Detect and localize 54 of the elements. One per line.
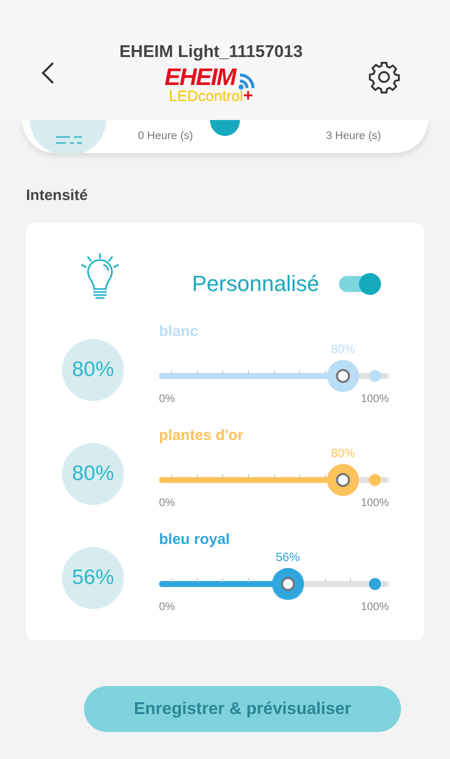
plus-logo-text: +	[243, 86, 254, 105]
value-text: 56%	[72, 566, 114, 590]
start-time-label: 0 Heure (s)	[138, 130, 194, 142]
channel-name: plantes d'or	[159, 427, 244, 444]
tick-mark	[248, 370, 249, 374]
section-title: Intensité	[26, 187, 89, 205]
settings-icon[interactable]	[366, 60, 401, 94]
tick-mark	[222, 370, 224, 374]
tick-mark	[324, 578, 326, 582]
product-logo-text: LEDcontrol	[168, 88, 244, 105]
tick-mark	[222, 578, 224, 582]
value-text: 80%	[72, 358, 114, 382]
brand-logo-text: EHEIM	[164, 66, 236, 90]
slider-thumb[interactable]	[327, 464, 359, 496]
dashes-icon	[56, 135, 82, 145]
slider-value: 56%	[276, 550, 300, 564]
channel-name: bleu royal	[159, 531, 231, 548]
slider-value: 80%	[330, 446, 356, 460]
wifi-icon	[238, 72, 258, 90]
device-title: EHEIM Light_11157013	[119, 42, 303, 62]
tick-mark	[248, 474, 249, 478]
tick-mark	[248, 578, 249, 582]
slider-thumb[interactable]	[210, 120, 240, 136]
tick-mark	[171, 370, 172, 374]
tick-mark	[350, 578, 352, 582]
tick-mark	[222, 474, 224, 478]
tick-mark	[196, 578, 198, 582]
max-label: 100%	[360, 393, 389, 405]
mode-toggle[interactable]	[339, 276, 380, 292]
tick-mark	[299, 474, 300, 478]
tick-mark	[171, 578, 172, 582]
end-time-label: 3 Heure (s)	[326, 130, 382, 142]
tick-mark	[171, 474, 172, 478]
min-label: 0%	[159, 601, 175, 613]
slider-thumb[interactable]	[272, 568, 304, 600]
tick-mark	[324, 370, 326, 374]
slider-thumb[interactable]	[327, 360, 359, 392]
tick-mark	[196, 474, 198, 478]
tick-mark	[299, 370, 300, 374]
track-end-dot	[369, 370, 381, 382]
back-icon[interactable]	[41, 61, 55, 85]
save-preview-button[interactable]: Enregistrer & prévisualiser	[84, 686, 401, 732]
channel-name: blanc	[159, 323, 200, 340]
slider-value: 80%	[330, 342, 356, 356]
mode-label: Personnalisé	[192, 271, 320, 297]
min-label: 0%	[159, 497, 175, 509]
track-end-dot	[369, 474, 381, 486]
max-label: 100%	[360, 601, 389, 613]
tick-mark	[324, 474, 326, 478]
value-text: 80%	[72, 462, 114, 486]
track-end-dot	[369, 578, 381, 590]
tick-mark	[196, 370, 198, 374]
min-label: 0%	[159, 393, 175, 405]
max-label: 100%	[360, 497, 389, 509]
